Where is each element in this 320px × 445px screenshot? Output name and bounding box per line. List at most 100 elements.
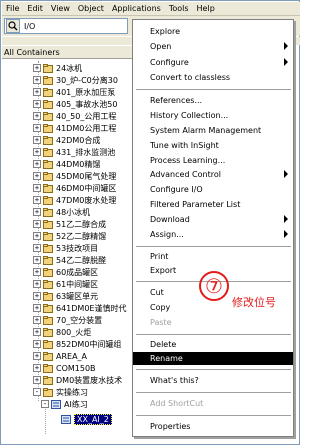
tree-item[interactable]: + DM0装置废水技术 — [33, 374, 122, 386]
menu-item-references[interactable]: References... — [133, 94, 293, 107]
menu-item-configure-io[interactable]: Configure I/O — [133, 183, 293, 196]
tree-item[interactable]: +63罐区单元 — [33, 290, 98, 302]
expand-icon[interactable]: + — [33, 316, 41, 324]
tree-item[interactable]: +401_原水加压泵 — [33, 86, 115, 98]
expand-icon[interactable]: + — [33, 100, 41, 108]
expand-icon[interactable]: + — [33, 172, 41, 180]
menu-separator — [136, 392, 291, 394]
tree-item-selected[interactable]: XX_AI_2 — [61, 413, 112, 425]
tree-item[interactable]: +46DM0中间罐区 — [33, 182, 116, 194]
menu-view[interactable]: View — [51, 4, 70, 13]
collapse-icon[interactable]: - — [33, 388, 41, 396]
tree-item[interactable]: +24冰机 — [33, 62, 82, 74]
tree-item-label: AI练习 — [64, 399, 88, 409]
tree-item[interactable]: - AI练习 — [41, 398, 88, 410]
menu-item-filtered-parameter-list[interactable]: Filtered Parameter List — [133, 198, 293, 211]
menu-item-assign[interactable]: Assign... — [133, 228, 293, 241]
expand-icon[interactable]: + — [33, 244, 41, 252]
expand-icon[interactable]: + — [33, 220, 41, 228]
tree-item[interactable]: +641DM0E谨慎时代 — [33, 302, 126, 314]
menu-item-convert-to-classless[interactable]: Convert to classless — [133, 71, 293, 84]
collapse-icon[interactable]: - — [41, 400, 49, 408]
search-input[interactable]: I/O — [4, 18, 128, 34]
tree-item-label: DM0装置废水技术 — [56, 375, 123, 385]
menu-item-open[interactable]: Open — [133, 40, 293, 53]
expand-icon[interactable]: + — [33, 268, 41, 276]
expand-icon[interactable]: + — [33, 124, 41, 132]
submenu-arrow-icon — [284, 42, 288, 50]
menu-item-properties[interactable]: Properties — [133, 420, 293, 433]
tree-item[interactable]: +54乙二醇脱醛 — [33, 254, 106, 266]
expand-icon[interactable]: + — [33, 328, 41, 336]
expand-icon[interactable]: + — [33, 148, 41, 156]
menu-edit[interactable]: Edit — [27, 4, 43, 13]
tree-item[interactable]: +30_炉-C0分离30 — [33, 74, 118, 86]
menu-help[interactable]: Help — [197, 4, 215, 13]
expand-icon[interactable]: + — [33, 160, 41, 168]
folder-icon — [43, 87, 53, 97]
menu-item-advanced-control[interactable]: Advanced Control — [133, 168, 293, 181]
expand-icon[interactable]: + — [33, 352, 41, 360]
tree-item[interactable]: +42DM0合成 — [33, 134, 100, 146]
expand-icon[interactable]: + — [33, 292, 41, 300]
expand-icon[interactable]: + — [33, 184, 41, 192]
tree-item[interactable]: +40_50_公用工程 — [33, 110, 116, 122]
menu-item-download[interactable]: Download — [133, 213, 293, 226]
expand-icon[interactable]: + — [33, 340, 41, 348]
menu-item-label: What's this? — [150, 376, 199, 385]
expand-icon[interactable]: + — [33, 76, 41, 84]
module-icon — [61, 414, 71, 424]
tree-item[interactable]: +51乙二醇合成 — [33, 218, 106, 230]
expand-icon[interactable]: + — [33, 304, 41, 312]
tree-item[interactable]: +800_火炬 — [33, 326, 91, 338]
tree-item[interactable]: + AREA_A — [33, 350, 87, 362]
expand-icon[interactable]: + — [33, 364, 41, 372]
menu-item-rename[interactable]: Rename — [133, 352, 293, 365]
tree-item[interactable]: +44DM0精馏 — [33, 158, 100, 170]
menu-item-delete[interactable]: Delete — [133, 338, 293, 351]
menu-item-configure[interactable]: Configure — [133, 56, 293, 69]
step-caption-annotation: 修改位号 — [232, 296, 276, 309]
expand-icon[interactable]: + — [33, 64, 41, 72]
tree-item[interactable]: +48小冰机 — [33, 206, 90, 218]
expand-icon[interactable]: + — [33, 376, 41, 384]
tree-item[interactable]: - 实操练习 — [33, 386, 88, 398]
expand-icon[interactable]: + — [33, 196, 41, 204]
menu-item-explore[interactable]: Explore — [133, 25, 293, 38]
folder-icon — [43, 339, 53, 349]
menu-item-history-collection[interactable]: History Collection... — [133, 109, 293, 122]
tree-item[interactable]: +47DM0废水处理 — [33, 194, 116, 206]
menu-item-label: Print — [150, 252, 169, 261]
tree-item[interactable]: +60成品罐区 — [33, 266, 98, 278]
tree-item[interactable]: +41DM0公用工程 — [33, 122, 116, 134]
menu-item-system-alarm-management[interactable]: System Alarm Management — [133, 124, 293, 137]
tree-item-label: 431_排水监测池 — [56, 147, 116, 157]
menu-item-process-learning[interactable]: Process Learning... — [133, 154, 293, 167]
tree-header: All Containers — [2, 45, 132, 59]
tree-item[interactable]: +52乙二醇精馏 — [33, 230, 106, 242]
tree-item[interactable]: +431_排水监测池 — [33, 146, 115, 158]
menu-tools[interactable]: Tools — [169, 4, 189, 13]
tree-item[interactable]: +45DM0尾气处理 — [33, 170, 116, 182]
expand-icon[interactable]: + — [33, 88, 41, 96]
menu-applications[interactable]: Applications — [112, 4, 161, 13]
expand-icon[interactable]: + — [33, 280, 41, 288]
tree-item[interactable]: +852DM0中间罐组 — [33, 338, 121, 350]
menu-item-whats-this[interactable]: What's this? — [133, 374, 293, 387]
menu-item-tune-with-insight[interactable]: Tune with InSight — [133, 139, 293, 152]
menu-object[interactable]: Object — [78, 4, 104, 13]
tree-item-label: XX_AI_2 — [74, 413, 112, 425]
menu-file[interactable]: File — [6, 4, 19, 13]
menu-item-print[interactable]: Print — [133, 250, 293, 263]
tree-item[interactable]: +61中间罐区 — [33, 278, 98, 290]
tree-item[interactable]: + COM150B — [33, 362, 96, 374]
expand-icon[interactable]: + — [33, 208, 41, 216]
tree-item[interactable]: +405_事故水池50 — [33, 98, 117, 110]
expand-icon[interactable]: + — [33, 112, 41, 120]
expand-icon[interactable]: + — [33, 256, 41, 264]
tree-item[interactable]: +70_空分装置 — [33, 314, 102, 326]
tree-item[interactable]: +53技改项目 — [33, 242, 98, 254]
expand-icon[interactable]: + — [33, 136, 41, 144]
expand-icon[interactable]: + — [33, 232, 41, 240]
menu-item-label: Export — [150, 266, 177, 275]
